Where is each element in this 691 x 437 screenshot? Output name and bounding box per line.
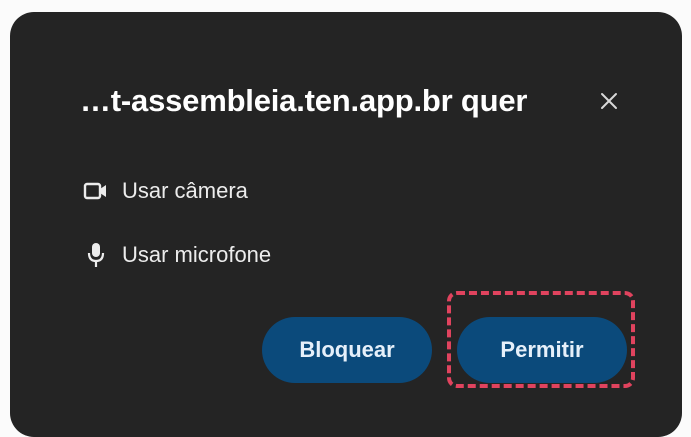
permission-camera: Usar câmera bbox=[82, 177, 248, 205]
block-button[interactable]: Bloquear bbox=[262, 317, 432, 383]
close-button[interactable] bbox=[594, 86, 624, 116]
allow-button[interactable]: Permitir bbox=[457, 317, 627, 383]
permission-microphone-label: Usar microfone bbox=[122, 242, 272, 267]
permission-camera-label: Usar câmera bbox=[122, 178, 248, 203]
permission-dialog: …t-assembleia.ten.app.br quer Usar câmer… bbox=[10, 12, 682, 437]
camera-icon bbox=[82, 177, 110, 205]
permission-microphone: Usar microfone bbox=[82, 241, 271, 269]
close-icon bbox=[601, 93, 617, 109]
dialog-title: …t-assembleia.ten.app.br quer bbox=[80, 83, 528, 118]
microphone-icon bbox=[82, 241, 110, 269]
